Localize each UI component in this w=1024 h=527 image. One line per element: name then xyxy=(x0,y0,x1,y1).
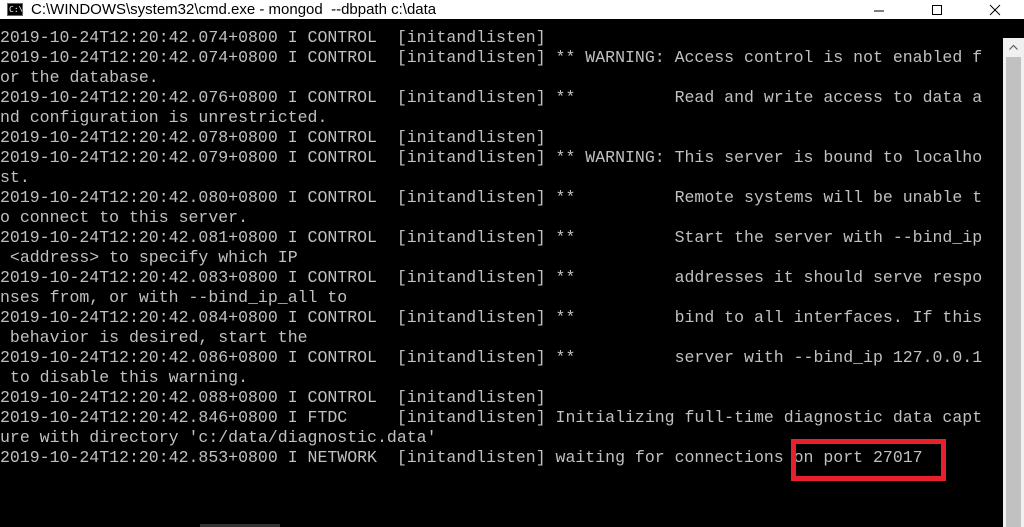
window-title: C:\WINDOWS\system32\cmd.exe - mongod --d… xyxy=(31,1,437,18)
vertical-scrollbar[interactable] xyxy=(1003,38,1024,527)
console-line: to disable this warning. xyxy=(0,368,249,387)
console-line: 2019-10-24T12:20:42.083+0800 I CONTROL [… xyxy=(0,268,983,287)
chevron-up-icon xyxy=(1009,44,1018,50)
console-line: nd configuration is unrestricted. xyxy=(0,108,328,127)
console-line: 2019-10-24T12:20:42.078+0800 I CONTROL [… xyxy=(0,128,546,147)
console-line: 2019-10-24T12:20:42.080+0800 I CONTROL [… xyxy=(0,188,983,207)
cmd-icon[interactable]: C:\ xyxy=(7,3,23,16)
console-line: <address> to specify which IP xyxy=(0,248,298,267)
console-line: 2019-10-24T12:20:42.074+0800 I CONTROL [… xyxy=(0,28,546,47)
console-line: 2019-10-24T12:20:42.846+0800 I FTDC [ini… xyxy=(0,408,983,427)
console-line: 2019-10-24T12:20:42.079+0800 I CONTROL [… xyxy=(0,148,983,167)
window-controls xyxy=(850,0,1024,19)
maximize-button[interactable] xyxy=(908,0,966,19)
close-icon xyxy=(989,4,1001,15)
scrollbar-thumb[interactable] xyxy=(1006,57,1021,527)
close-button[interactable] xyxy=(966,0,1024,19)
minimize-icon xyxy=(874,10,884,11)
console-line: 2019-10-24T12:20:42.088+0800 I CONTROL [… xyxy=(0,388,546,407)
console-line: o connect to this server. xyxy=(0,208,249,227)
minimize-button[interactable] xyxy=(850,0,908,19)
console-line: behavior is desired, start the xyxy=(0,328,308,347)
console-line: st. xyxy=(0,168,30,187)
console-line: 2019-10-24T12:20:42.086+0800 I CONTROL [… xyxy=(0,348,983,367)
scroll-up-button[interactable] xyxy=(1003,38,1024,55)
console-line: 2019-10-24T12:20:42.084+0800 I CONTROL [… xyxy=(0,308,983,327)
console-line: 2019-10-24T12:20:42.081+0800 I CONTROL [… xyxy=(0,228,983,247)
console-line: nses from, or with --bind_ip_all to xyxy=(0,288,348,307)
console-line: 2019-10-24T12:20:42.076+0800 I CONTROL [… xyxy=(0,88,983,107)
maximize-icon xyxy=(932,4,942,15)
console-line: 2019-10-24T12:20:42.074+0800 I CONTROL [… xyxy=(0,48,983,67)
console-line: or the database. xyxy=(0,68,159,87)
port-highlight-box xyxy=(791,439,946,481)
title-bar[interactable]: C:\ C:\WINDOWS\system32\cmd.exe - mongod… xyxy=(0,0,1024,19)
